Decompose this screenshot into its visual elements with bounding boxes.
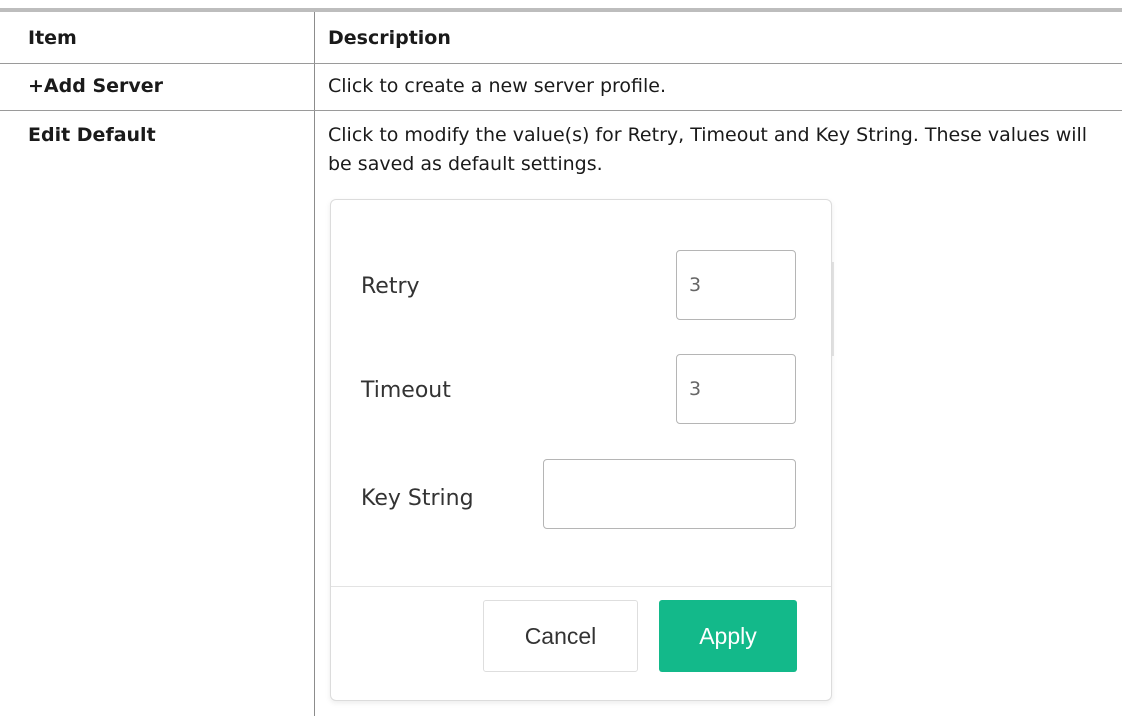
table-top-rule (0, 8, 1122, 12)
row-add-server-description: Click to create a new server profile. (328, 75, 667, 97)
row-edit-default-description: Click to modify the value(s) for Retry, … (328, 124, 1088, 175)
header-description: Description (328, 27, 451, 49)
background-panel-edge (832, 262, 834, 356)
column-divider (314, 12, 315, 716)
key-string-input[interactable] (543, 459, 796, 529)
retry-label: Retry (361, 274, 420, 299)
row-add-server-item: +Add Server (28, 75, 164, 97)
edit-default-dialog: Retry 3 Timeout 3 Key String Cancel Appl… (330, 199, 832, 701)
header-divider (0, 63, 1122, 64)
row-divider (0, 110, 1122, 111)
cancel-button[interactable]: Cancel (483, 600, 638, 672)
dialog-footer-divider (331, 586, 831, 587)
timeout-label: Timeout (361, 378, 451, 403)
header-item: Item (28, 27, 77, 49)
timeout-input[interactable]: 3 (676, 354, 796, 424)
retry-input[interactable]: 3 (676, 250, 796, 320)
key-string-label: Key String (361, 486, 474, 511)
row-edit-default-item: Edit Default (28, 124, 156, 146)
apply-button[interactable]: Apply (659, 600, 797, 672)
